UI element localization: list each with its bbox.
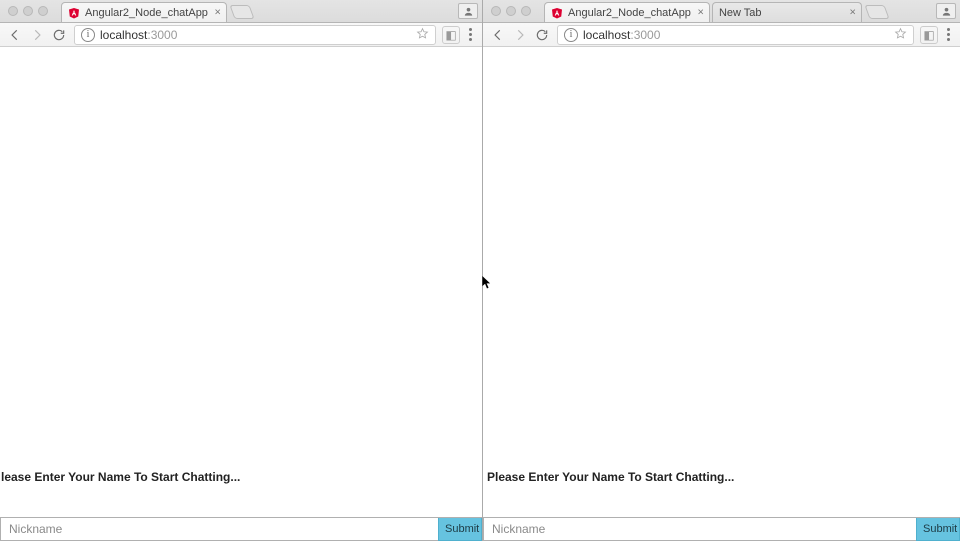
traffic-max-icon[interactable]: [521, 6, 531, 16]
toolbar: i localhost:3000 ◧: [483, 23, 960, 47]
forward-button[interactable]: [26, 25, 48, 45]
tabs: Angular2_Node_chatApp × New Tab ×: [544, 0, 887, 22]
reload-button[interactable]: [531, 25, 553, 45]
url-host: localhost: [100, 28, 147, 42]
enter-name-prompt: lease Enter Your Name To Start Chatting.…: [0, 470, 482, 484]
enter-name-prompt: Please Enter Your Name To Start Chatting…: [483, 470, 960, 484]
left-browser-window: Angular2_Node_chatApp × i localhost:3000…: [0, 0, 482, 541]
nickname-bar: Submit: [483, 517, 960, 541]
traffic-max-icon[interactable]: [38, 6, 48, 16]
angular-favicon-icon: [551, 7, 563, 19]
url-bar[interactable]: i localhost:3000: [74, 25, 436, 45]
right-browser-window: Angular2_Node_chatApp × New Tab × i loca…: [482, 0, 960, 541]
tab-angular-chat[interactable]: Angular2_Node_chatApp ×: [544, 2, 710, 22]
url-bar[interactable]: i localhost:3000: [557, 25, 914, 45]
page-content: Please Enter Your Name To Start Chatting…: [483, 47, 960, 541]
toolbar: i localhost:3000 ◧: [0, 23, 482, 47]
bookmark-star-icon[interactable]: [894, 27, 907, 43]
tab-title: Angular2_Node_chatApp: [568, 7, 691, 19]
reload-button[interactable]: [48, 25, 70, 45]
tab-title: New Tab: [719, 7, 762, 19]
close-icon[interactable]: ×: [698, 7, 704, 18]
window-controls: [8, 6, 53, 16]
new-tab-button[interactable]: [864, 5, 889, 19]
nickname-input[interactable]: [483, 518, 916, 541]
profile-button[interactable]: [936, 3, 956, 19]
traffic-min-icon[interactable]: [23, 6, 33, 16]
nickname-bar: Submit: [0, 517, 482, 541]
bookmark-star-icon[interactable]: [416, 27, 429, 43]
nickname-input[interactable]: [0, 518, 438, 541]
menu-button[interactable]: [940, 28, 956, 41]
angular-favicon-icon: [68, 7, 80, 19]
traffic-min-icon[interactable]: [506, 6, 516, 16]
profile-button[interactable]: [458, 3, 478, 19]
forward-button[interactable]: [509, 25, 531, 45]
info-icon[interactable]: i: [81, 28, 95, 42]
tab-new[interactable]: New Tab ×: [712, 2, 862, 22]
url-host: localhost: [583, 28, 630, 42]
url-port: :3000: [630, 28, 660, 42]
url-port: :3000: [147, 28, 177, 42]
submit-button[interactable]: Submit: [916, 518, 960, 541]
back-button[interactable]: [487, 25, 509, 45]
close-icon[interactable]: ×: [850, 7, 856, 18]
page-content: lease Enter Your Name To Start Chatting.…: [0, 47, 482, 541]
tab-strip: Angular2_Node_chatApp ×: [0, 0, 482, 23]
traffic-close-icon[interactable]: [8, 6, 18, 16]
window-controls: [491, 6, 536, 16]
tabs: Angular2_Node_chatApp ×: [61, 0, 252, 22]
extension-icon[interactable]: ◧: [920, 26, 938, 44]
tab-title: Angular2_Node_chatApp: [85, 7, 208, 19]
back-button[interactable]: [4, 25, 26, 45]
tab-strip: Angular2_Node_chatApp × New Tab ×: [483, 0, 960, 23]
extension-icon[interactable]: ◧: [442, 26, 460, 44]
submit-button[interactable]: Submit: [438, 518, 482, 541]
traffic-close-icon[interactable]: [491, 6, 501, 16]
tab-angular-chat[interactable]: Angular2_Node_chatApp ×: [61, 2, 227, 22]
info-icon[interactable]: i: [564, 28, 578, 42]
menu-button[interactable]: [462, 28, 478, 41]
close-icon[interactable]: ×: [215, 7, 221, 18]
new-tab-button[interactable]: [229, 5, 254, 19]
